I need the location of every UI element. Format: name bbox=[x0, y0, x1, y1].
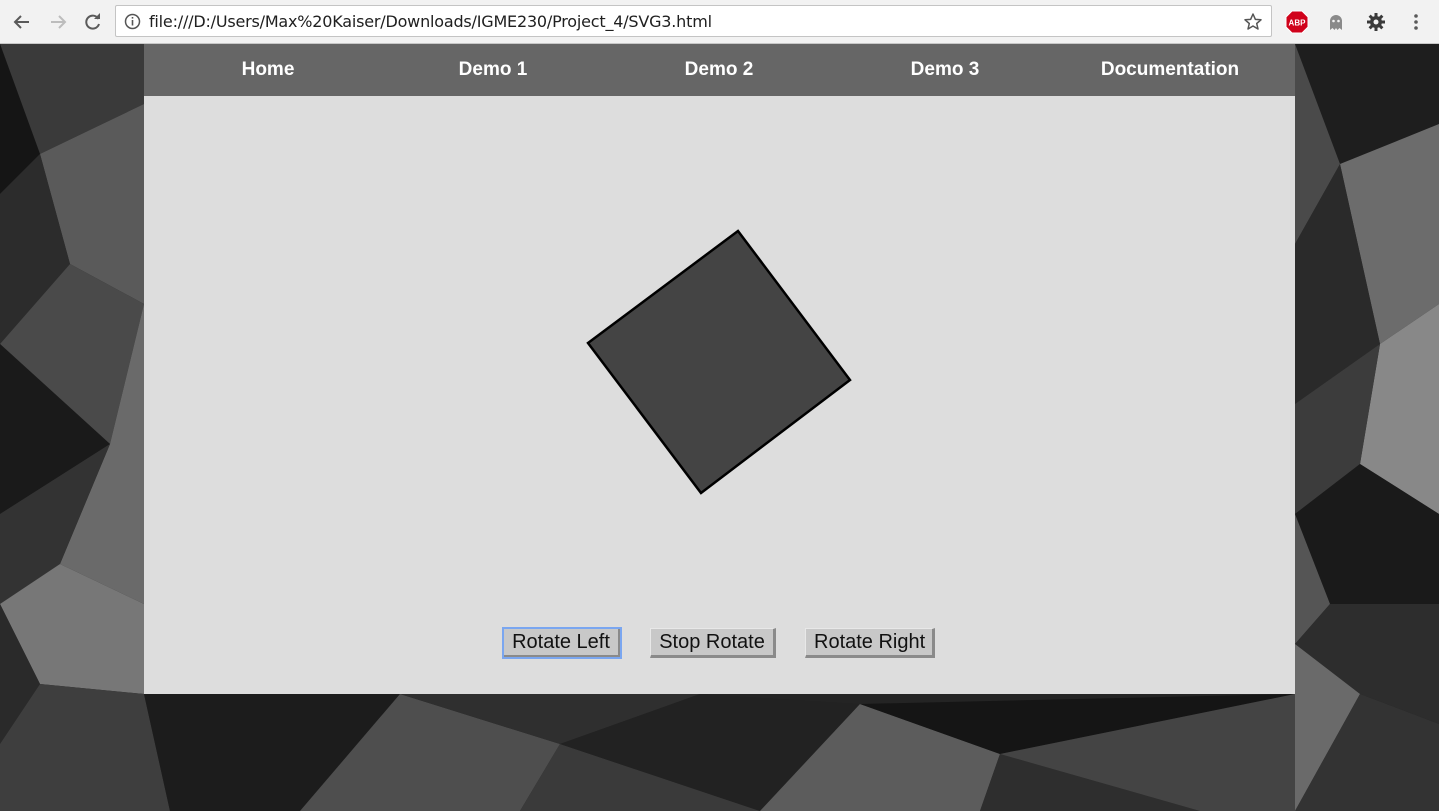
back-icon[interactable] bbox=[8, 8, 36, 36]
bookmark-star-icon[interactable] bbox=[1243, 12, 1263, 37]
browser-toolbar: file:///D:/Users/Max%20Kaiser/Downloads/… bbox=[0, 0, 1439, 44]
settings-gear-icon[interactable] bbox=[1363, 9, 1389, 35]
forward-icon[interactable] bbox=[44, 8, 72, 36]
info-icon[interactable] bbox=[124, 13, 141, 35]
nav-link-documentation[interactable]: Documentation bbox=[1101, 44, 1239, 96]
svg-canvas bbox=[586, 229, 852, 495]
ghostery-icon[interactable] bbox=[1323, 9, 1349, 35]
reload-icon[interactable] bbox=[79, 8, 107, 36]
address-bar[interactable]: file:///D:/Users/Max%20Kaiser/Downloads/… bbox=[115, 5, 1272, 37]
svg-text:ABP: ABP bbox=[1289, 19, 1307, 28]
nav-link-demo-1[interactable]: Demo 1 bbox=[459, 44, 528, 96]
menu-kebab-icon[interactable] bbox=[1403, 9, 1429, 35]
demo-content: Rotate Left Stop Rotate Rotate Right bbox=[144, 96, 1295, 694]
stop-rotate-button[interactable]: Stop Rotate bbox=[650, 628, 776, 658]
rotate-right-button[interactable]: Rotate Right bbox=[805, 628, 935, 658]
nav-link-home[interactable]: Home bbox=[242, 44, 295, 96]
nav-link-demo-2[interactable]: Demo 2 bbox=[685, 44, 754, 96]
rotating-square bbox=[586, 229, 852, 495]
url-text[interactable]: file:///D:/Users/Max%20Kaiser/Downloads/… bbox=[149, 12, 712, 31]
site-navbar: Home Demo 1 Demo 2 Demo 3 Documentation bbox=[144, 44, 1295, 96]
abp-icon[interactable]: ABP bbox=[1284, 9, 1310, 35]
nav-link-demo-3[interactable]: Demo 3 bbox=[911, 44, 980, 96]
rotate-left-button[interactable]: Rotate Left bbox=[502, 627, 622, 659]
